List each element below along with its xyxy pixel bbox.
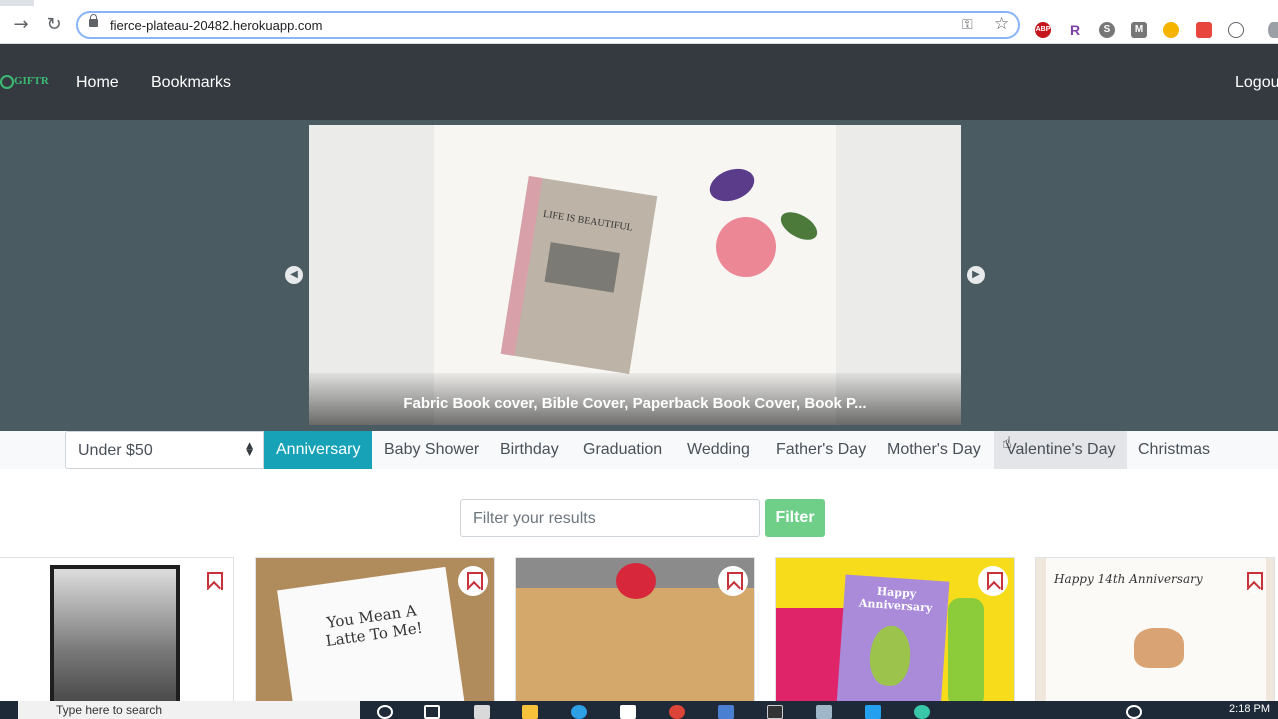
adblock-icon[interactable]: ABP [1035,22,1051,38]
bookmark-icon[interactable] [458,566,488,596]
vscode-icon[interactable] [865,705,881,719]
url-text: fierce-plateau-20482.herokuapp.com [110,18,323,33]
notepad-icon[interactable] [816,705,832,719]
book-cover-image: LIFE IS BEAUTIFUL [500,175,658,375]
category-bar: Under $50 ▲ ▼ Anniversary Baby Shower Bir… [0,431,1278,469]
select-arrows-icon: ▲ ▼ [246,441,253,458]
book-title: LIFE IS BEAUTIFUL [542,208,634,234]
nav-home-link[interactable]: Home [76,74,119,92]
cutting-board [516,588,754,706]
water-bottle [948,598,984,706]
purple-flower [705,163,759,207]
pink-rose [716,217,776,277]
category-anniversary[interactable]: Anniversary [264,431,373,469]
greeting-card: Happy 14th Anniversary [1046,558,1266,706]
cortana-icon[interactable] [377,705,393,719]
category-birthday[interactable]: Birthday [488,431,571,469]
chevron-right-icon[interactable]: ▶ [967,266,985,284]
edge-icon[interactable] [571,705,587,719]
chrome-icon[interactable] [669,705,685,719]
site-navbar: GIFTR Home Bookmarks Logou [0,44,1278,120]
vintage-photo [54,569,176,706]
giftr-logo[interactable]: GIFTR [0,73,52,91]
windows-taskbar: Type here to search 2:18 PM [0,701,1278,719]
file-explorer-icon[interactable] [522,705,538,719]
logo-mark-icon [0,75,14,89]
bookmark-icon[interactable] [198,566,228,596]
mouse-cursor-icon: ☝ [1002,433,1012,452]
extension-r-icon[interactable]: R [1067,22,1083,38]
gift-card[interactable]: Happy 14th Anniversary [1035,557,1275,707]
store-icon[interactable] [474,705,490,719]
category-christmas[interactable]: Christmas [1126,431,1222,469]
card-message: Happy Anniversary [858,584,933,615]
star-icon[interactable]: ☆ [994,14,1009,34]
app-icon[interactable] [914,705,930,719]
taskbar-search[interactable]: Type here to search [18,701,360,719]
gift-card[interactable] [0,557,234,707]
chevron-left-icon[interactable]: ◀ [285,266,303,284]
key-icon[interactable]: ⚿ [962,16,973,33]
filter-input[interactable]: Filter your results [460,499,760,537]
filter-button[interactable]: Filter [765,499,825,537]
extension-s-icon[interactable]: S [1099,22,1115,38]
rose-leaf [776,206,822,246]
reload-icon[interactable]: ↻ [43,14,65,36]
nav-bookmarks-link[interactable]: Bookmarks [151,74,231,92]
gift-card[interactable]: Happy Anniversary [775,557,1015,707]
bookmark-icon[interactable] [1238,566,1268,596]
profile-avatar[interactable] [1268,22,1278,38]
price-select-value: Under $50 [78,442,153,459]
taskbar-search-placeholder: Type here to search [56,703,163,717]
filter-placeholder: Filter your results [473,510,596,527]
terminal-icon[interactable] [767,705,783,719]
extension-badge-icon[interactable] [1196,22,1212,38]
price-select[interactable]: Under $50 ▲ ▼ [65,431,264,469]
bookmark-icon[interactable] [718,566,748,596]
photo-frame [50,565,180,706]
pear-illustration [868,624,913,688]
lock-icon [89,14,98,27]
address-bar[interactable]: fierce-plateau-20482.herokuapp.com ⚿ ☆ [76,11,1020,39]
extension-globe-icon[interactable] [1228,22,1244,38]
remote-desktop-icon[interactable] [718,705,734,719]
logo-text: GIFTR [14,75,49,87]
browser-toolbar: → ↻ fierce-plateau-20482.herokuapp.com ⚿… [0,6,1278,44]
strawberry [616,563,656,599]
dropbox-icon[interactable] [620,705,636,719]
forward-icon[interactable]: → [10,14,32,36]
category-fathers-day[interactable]: Father's Day [764,431,878,469]
embroidered-house [544,242,620,293]
category-valentines-day[interactable]: Valentine's Day [994,431,1128,469]
carousel-slide[interactable]: LIFE IS BEAUTIFUL Fabric Book cover, Bib… [309,125,961,425]
hero-carousel: LIFE IS BEAUTIFUL Fabric Book cover, Bib… [0,120,1278,431]
purple-card: Happy Anniversary [836,574,950,706]
extension-drive-icon[interactable] [1163,22,1179,38]
greeting-card: You Mean A Latte To Me! [277,566,465,706]
extension-m-icon[interactable]: M [1131,22,1147,38]
category-wedding[interactable]: Wedding [675,431,762,469]
system-tray-icon[interactable] [1126,705,1142,719]
category-baby-shower[interactable]: Baby Shower [372,431,491,469]
slide-caption: Fabric Book cover, Bible Cover, Paperbac… [403,395,867,412]
category-graduation[interactable]: Graduation [571,431,674,469]
card-message: You Mean A Latte To Me! [324,601,424,651]
task-view-icon[interactable] [424,705,440,719]
gift-card[interactable]: You Mean A Latte To Me! [255,557,495,707]
card-message: Happy 14th Anniversary [1054,572,1203,586]
elephant-illustration [1134,628,1184,668]
nav-logout-link[interactable]: Logou [1235,74,1278,92]
taskbar-clock[interactable]: 2:18 PM [1229,703,1270,715]
bookmark-icon[interactable] [978,566,1008,596]
gift-card[interactable] [515,557,755,707]
category-mothers-day[interactable]: Mother's Day [875,431,993,469]
